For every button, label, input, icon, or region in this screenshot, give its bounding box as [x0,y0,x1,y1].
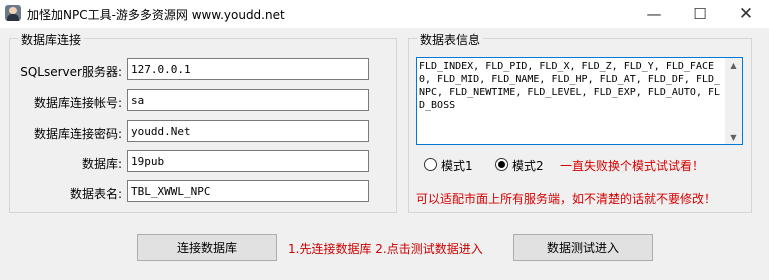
password-label: 数据库连接密码: [33,127,122,141]
database-label: 数据库: [81,157,122,171]
server-label: SQLserver服务器: [20,65,122,79]
mode-hint: 一直失败换个模式试试看！ [560,159,705,173]
textarea-scrollbar[interactable]: ▲ ▼ [725,58,742,144]
table-info-title: 数据表信息 [417,31,484,48]
mode1-radio[interactable] [424,158,437,171]
test-data-button[interactable]: 数据测试进入 [513,234,653,261]
title-bar: 加怪加NPC工具-游多多资源网 www.youdd.net — ☐ ✕ [0,0,769,28]
mode2-radio[interactable] [495,158,508,171]
steps-hint: 1.先连接数据库 2.点击测试数据进入 [288,242,483,256]
table-name-label: 数据表名: [69,187,122,201]
window-title: 加怪加NPC工具-游多多资源网 www.youdd.net [27,8,285,22]
table-name-input[interactable]: TBL_XWWL_NPC [127,180,369,202]
account-label: 数据库连接帐号: [33,96,122,110]
columns-textarea[interactable]: FLD_INDEX, FLD_PID, FLD_X, FLD_Z, FLD_Y,… [416,57,743,145]
mode1-label[interactable]: 模式1 [441,157,473,174]
scroll-up-icon[interactable]: ▲ [725,58,742,72]
scroll-down-icon[interactable]: ▼ [725,130,742,144]
close-button[interactable]: ✕ [723,0,769,28]
database-input[interactable]: 19pub [127,150,369,172]
maximize-button[interactable]: ☐ [677,0,723,28]
db-connection-title: 数据库连接 [18,31,85,48]
minimize-button[interactable]: — [631,0,677,28]
app-portrait-icon [5,5,21,21]
server-input[interactable]: 127.0.0.1 [127,58,369,80]
mode2-label[interactable]: 模式2 [512,157,544,174]
compat-note: 可以适配市面上所有服务端，如不清楚的话就不要修改！ [416,192,717,206]
account-input[interactable]: sa [127,89,369,111]
columns-text: FLD_INDEX, FLD_PID, FLD_X, FLD_Z, FLD_Y,… [419,61,721,111]
password-input[interactable]: youdd.Net [127,120,369,142]
connect-database-button[interactable]: 连接数据库 [137,234,277,261]
